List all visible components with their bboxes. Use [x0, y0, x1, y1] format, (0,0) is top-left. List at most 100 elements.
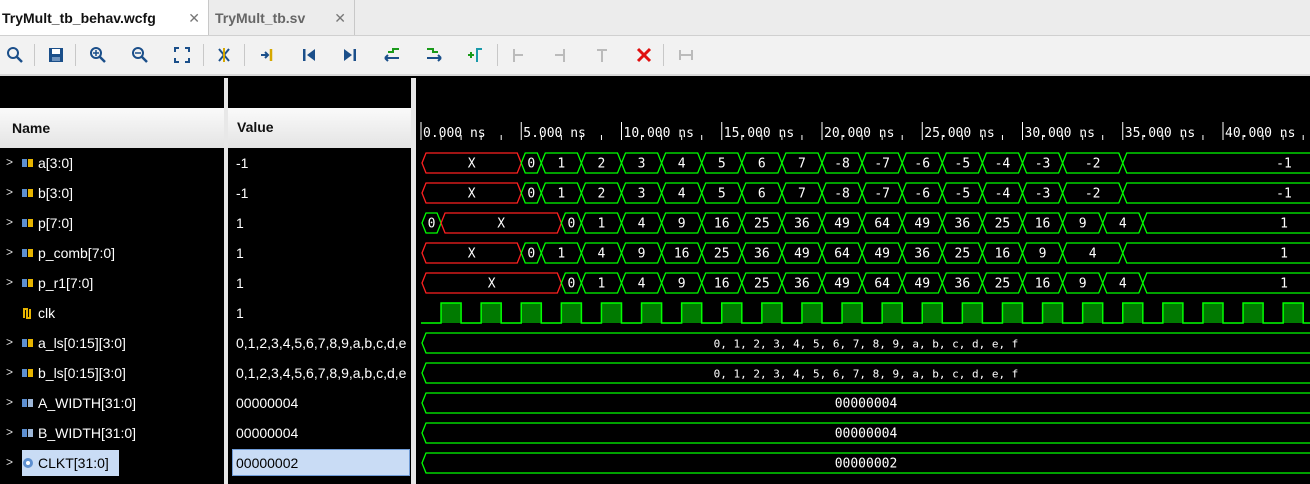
waveform-toolbar	[0, 36, 1310, 76]
chevron-right-icon[interactable]: >	[6, 215, 13, 229]
zoom-out-icon[interactable]	[127, 42, 153, 68]
chevron-right-icon[interactable]: >	[6, 365, 13, 379]
bus-value-label: 9	[678, 217, 686, 232]
next-marker-icon[interactable]	[547, 42, 573, 68]
signal-value: 00000002	[236, 455, 299, 471]
clock-high-pulse	[441, 303, 462, 323]
bus-value-label: 4	[638, 277, 646, 292]
time-label: 40.000 ns	[1225, 126, 1295, 141]
bus-value-label: 4	[638, 217, 646, 232]
clock-high-pulse	[721, 303, 742, 323]
clock-high-pulse	[681, 303, 702, 323]
tab-wcfg[interactable]: TryMult_tb_behav.wcfg ✕	[0, 0, 209, 35]
value-column-header[interactable]: Value	[228, 108, 411, 148]
bus-value-label: 49	[834, 217, 850, 232]
name-column-header[interactable]: Name	[0, 108, 225, 148]
signal-value-row[interactable]: -1	[228, 148, 411, 178]
chevron-right-icon[interactable]: >	[6, 185, 13, 199]
close-icon[interactable]: ✕	[188, 10, 200, 27]
signal-value-row[interactable]: 0,1,2,3,4,5,6,7,8,9,a,b,c,d,e	[228, 328, 411, 358]
bus-value-label: X	[468, 157, 476, 172]
time-label: 5.000 ns	[523, 126, 586, 141]
bus-value-label: 7	[798, 157, 806, 172]
signal-value-row[interactable]: 1	[228, 298, 411, 328]
bus-value-label: 1	[1280, 247, 1288, 262]
signal-name-row[interactable]: clk	[0, 298, 224, 328]
chevron-right-icon[interactable]: >	[6, 455, 13, 469]
signal-name: a[3:0]	[38, 155, 74, 171]
signal-name-row[interactable]: > B_WIDTH[31:0]	[0, 418, 224, 448]
signal-value: 00000004	[236, 425, 299, 441]
bus-value-label: X	[468, 187, 476, 202]
signal-name-row[interactable]: > CLKT[31:0]	[0, 448, 224, 478]
bus-value-label: -7	[874, 187, 890, 202]
time-label: 10.000 ns	[624, 126, 694, 141]
bus-value-label: 25	[714, 247, 730, 262]
clock-signal-icon	[22, 306, 34, 319]
bus-value-label: 2	[598, 157, 606, 172]
chevron-right-icon[interactable]: >	[6, 155, 13, 169]
bus-value-label: -5	[955, 187, 971, 202]
signal-value: 1	[236, 245, 244, 261]
snap-icon[interactable]	[673, 42, 699, 68]
signal-value: 00000004	[236, 395, 299, 411]
signal-name: A_WIDTH[31:0]	[38, 395, 137, 411]
bus-value-label: 4	[1119, 277, 1127, 292]
bus-value-label: 36	[754, 247, 770, 262]
go-to-time-zero-icon[interactable]	[296, 42, 322, 68]
bus-value-label: 5	[718, 187, 726, 202]
clock-high-pulse	[601, 303, 622, 323]
bus-value-label: 36	[794, 277, 810, 292]
chevron-right-icon[interactable]: >	[6, 335, 13, 349]
signal-name-row[interactable]: > a_ls[0:15][3:0]	[0, 328, 224, 358]
swap-cursors-icon[interactable]	[589, 42, 615, 68]
signal-value-row[interactable]: -1	[228, 178, 411, 208]
bus-value-label: 9	[1079, 277, 1087, 292]
signal-name-row[interactable]: > p_comb[7:0]	[0, 238, 224, 268]
signal-name-row[interactable]: > p_r1[7:0]	[0, 268, 224, 298]
cursor-icon[interactable]	[211, 42, 237, 68]
delete-icon[interactable]	[631, 42, 657, 68]
close-icon[interactable]: ✕	[334, 10, 346, 27]
bus-value-label: -2	[1085, 187, 1101, 202]
zoom-in-icon[interactable]	[85, 42, 111, 68]
signal-name-row[interactable]: > A_WIDTH[31:0]	[0, 388, 224, 418]
signal-value-row[interactable]: 0,1,2,3,4,5,6,7,8,9,a,b,c,d,e	[228, 358, 411, 388]
waveform-canvas[interactable]: 0.000 ns 5.000 ns 10.000 ns 15.000 ns 20.000…	[416, 78, 1310, 484]
bus-value-label: 1	[557, 247, 565, 262]
bus-icon	[22, 246, 34, 258]
signal-value-row[interactable]: 00000002	[228, 448, 411, 478]
previous-transition-icon[interactable]	[379, 42, 405, 68]
signal-name-row[interactable]: > a[3:0]	[0, 148, 224, 178]
signal-name-row[interactable]: > b[3:0]	[0, 178, 224, 208]
tab-label: TryMult_tb_behav.wcfg	[2, 9, 156, 26]
signal-value-row[interactable]: 00000004	[228, 418, 411, 448]
bus-icon	[22, 216, 34, 228]
signal-value-row[interactable]: 1	[228, 268, 411, 298]
clock-high-pulse	[1162, 303, 1183, 323]
bus-value-label: 36	[955, 217, 971, 232]
chevron-right-icon[interactable]: >	[6, 275, 13, 289]
go-to-last-time-icon[interactable]	[337, 42, 363, 68]
previous-marker-icon[interactable]	[505, 42, 531, 68]
chevron-right-icon[interactable]: >	[6, 425, 13, 439]
zoom-fit-icon[interactable]	[169, 42, 195, 68]
signal-name-row[interactable]: > p[7:0]	[0, 208, 224, 238]
bus-value-label: 0	[567, 217, 575, 232]
go-to-cursor-icon[interactable]	[254, 42, 280, 68]
chevron-right-icon[interactable]: >	[6, 245, 13, 259]
signal-name: clk	[38, 305, 56, 321]
signal-value-row[interactable]: 1	[228, 208, 411, 238]
signal-value-row[interactable]: 00000004	[228, 388, 411, 418]
bus-value-label: 00000004	[835, 397, 898, 412]
signal-value-row[interactable]: 1	[228, 238, 411, 268]
next-transition-icon[interactable]	[421, 42, 447, 68]
tab-sv[interactable]: TryMult_tb.sv ✕	[208, 0, 355, 35]
search-icon[interactable]	[2, 42, 28, 68]
bus-value-label: 36	[955, 277, 971, 292]
bus-value-label: 4	[1089, 247, 1097, 262]
save-icon[interactable]	[43, 42, 69, 68]
chevron-right-icon[interactable]: >	[6, 395, 13, 409]
signal-name-row[interactable]: > b_ls[0:15][3:0]	[0, 358, 224, 388]
add-marker-icon[interactable]	[463, 42, 489, 68]
